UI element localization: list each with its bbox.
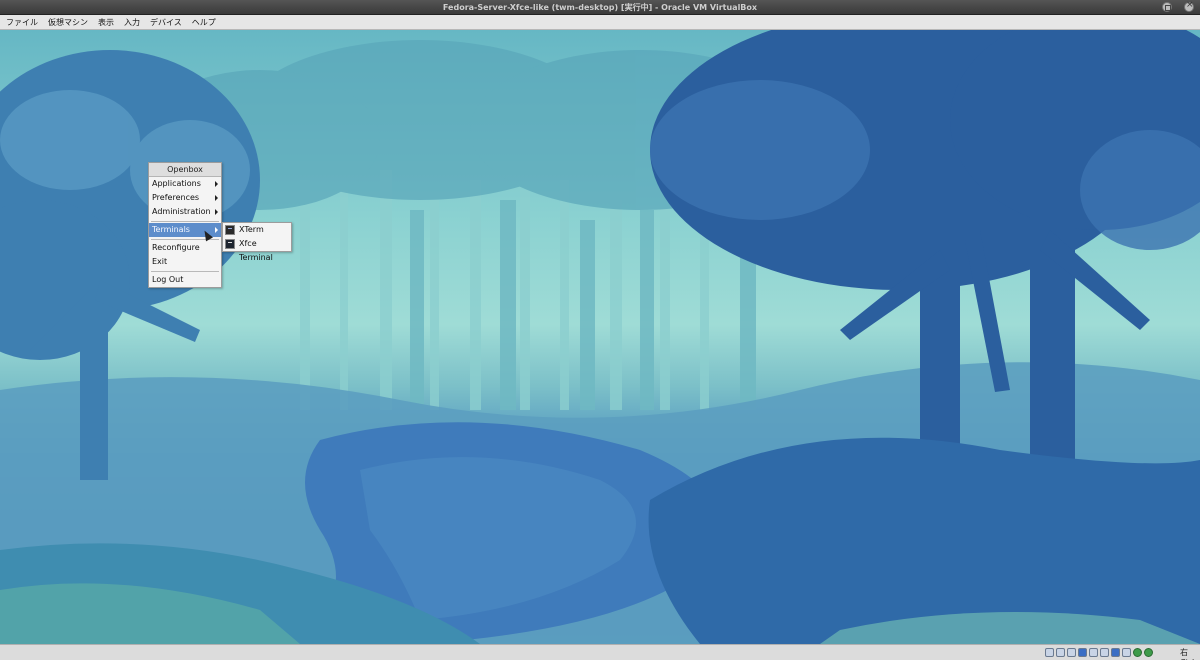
menu-item-xfce-terminal[interactable]: Xfce Terminal xyxy=(223,237,291,262)
menu-input[interactable]: 入力 xyxy=(124,17,140,28)
menu-item-logout[interactable]: Log Out xyxy=(149,273,221,287)
menu-item-terminals-label: Terminals xyxy=(152,225,190,234)
menu-item-reconfigure[interactable]: Reconfigure xyxy=(149,241,221,255)
usb-icon[interactable] xyxy=(1089,648,1098,657)
menu-view[interactable]: 表示 xyxy=(98,17,114,28)
network-icon[interactable] xyxy=(1078,648,1087,657)
maximize-button[interactable] xyxy=(1162,2,1172,12)
guest-desktop[interactable] xyxy=(0,30,1200,644)
menu-item-logout-label: Log Out xyxy=(152,275,184,284)
xfce-terminal-icon xyxy=(225,239,235,249)
menu-item-applications-label: Applications xyxy=(152,179,201,188)
menu-item-preferences-label: Preferences xyxy=(152,193,200,202)
optical-drive-icon[interactable] xyxy=(1056,648,1065,657)
shared-folder-icon[interactable] xyxy=(1100,648,1109,657)
menu-item-xterm-label: XTerm xyxy=(239,225,264,234)
video-capture-icon[interactable] xyxy=(1122,648,1131,657)
hard-disk-icon[interactable] xyxy=(1045,648,1054,657)
menu-machine[interactable]: 仮想マシン xyxy=(48,17,88,28)
status-icons xyxy=(1045,648,1153,657)
menu-file[interactable]: ファイル xyxy=(6,17,38,28)
openbox-menu-title: Openbox xyxy=(149,163,221,177)
menu-item-xterm[interactable]: XTerm xyxy=(223,223,291,237)
menu-item-applications[interactable]: Applications xyxy=(149,177,221,191)
forest-wallpaper xyxy=(0,30,1200,644)
menu-item-reconfigure-label: Reconfigure xyxy=(152,243,200,252)
audio-icon[interactable] xyxy=(1067,648,1076,657)
mouse-integration-icon[interactable] xyxy=(1133,648,1142,657)
menu-item-administration-label: Administration xyxy=(152,207,211,216)
menu-help[interactable]: ヘルプ xyxy=(192,17,216,28)
menu-item-exit-label: Exit xyxy=(152,257,168,266)
menu-item-xfce-terminal-label: Xfce Terminal xyxy=(239,239,273,262)
xterm-icon xyxy=(225,225,235,235)
openbox-root-menu: Openbox Applications Preferences Adminis… xyxy=(148,162,222,288)
menu-devices[interactable]: デバイス xyxy=(150,17,182,28)
window-titlebar: Fedora-Server-Xfce-like (twm-desktop) [実… xyxy=(0,0,1200,15)
keyboard-icon[interactable] xyxy=(1144,648,1153,657)
window-title: Fedora-Server-Xfce-like (twm-desktop) [実… xyxy=(442,3,758,12)
submenu-arrow-icon xyxy=(215,195,218,201)
submenu-arrow-icon xyxy=(215,181,218,187)
display-icon[interactable] xyxy=(1111,648,1120,657)
menu-item-preferences[interactable]: Preferences xyxy=(149,191,221,205)
menu-item-administration[interactable]: Administration xyxy=(149,205,221,219)
vm-menubar: ファイル 仮想マシン 表示 入力 デバイス ヘルプ xyxy=(0,15,1200,30)
submenu-arrow-icon xyxy=(215,209,218,215)
terminals-submenu: XTerm Xfce Terminal xyxy=(222,222,292,262)
submenu-arrow-icon xyxy=(215,227,218,233)
menu-item-exit[interactable]: Exit xyxy=(149,255,221,269)
close-button[interactable] xyxy=(1184,0,1194,12)
vm-statusbar: 右 Ctrl xyxy=(0,644,1200,660)
host-key-label: 右 Ctrl xyxy=(1180,648,1194,660)
